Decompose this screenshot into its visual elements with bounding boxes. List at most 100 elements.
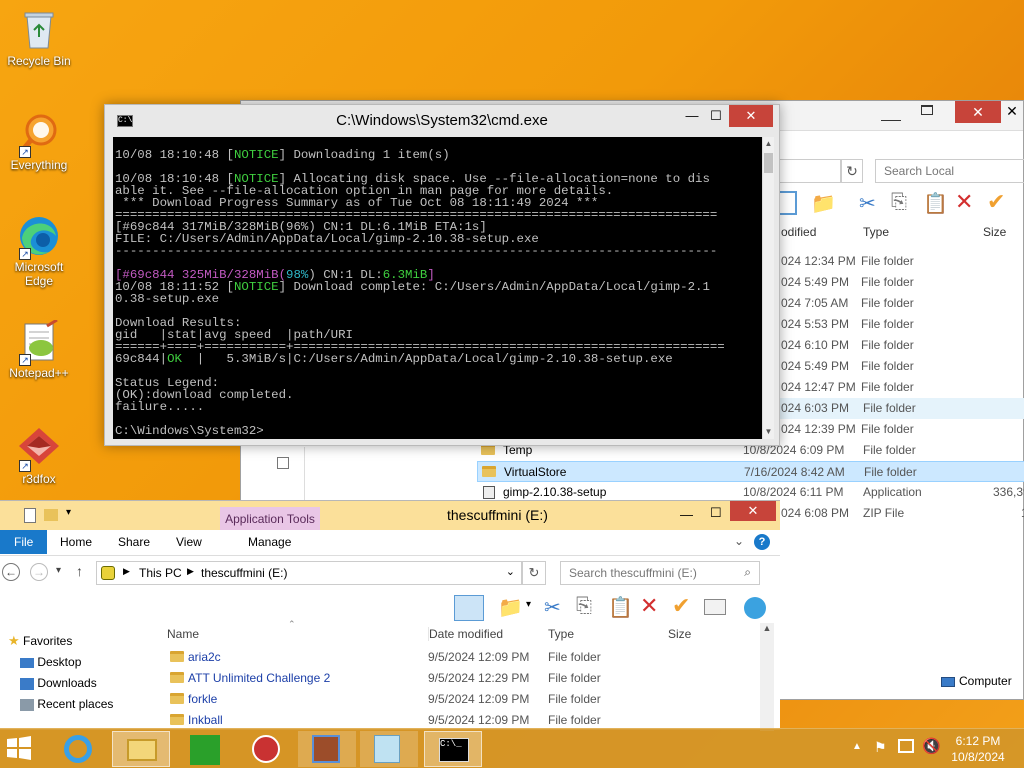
close-icon[interactable]: ✕ (955, 101, 1001, 123)
copy-icon[interactable]: ⎘ (576, 595, 600, 619)
taskbar-alarm[interactable] (238, 731, 296, 767)
list-item[interactable]: aria2c 9/5/2024 12:09 PM File folder (166, 647, 766, 668)
column-header-name[interactable]: Name (167, 627, 199, 641)
column-header-size[interactable]: Size (668, 627, 691, 641)
table-row[interactable]: 024 6:08 PM ZIP File 1 (777, 503, 1024, 524)
qa-dropdown-icon[interactable]: ▾ (66, 507, 71, 518)
paste-icon[interactable]: 📋 (923, 191, 948, 215)
tab-share[interactable]: Share (104, 530, 164, 554)
up-button[interactable]: ↑ (76, 563, 83, 579)
properties-icon[interactable]: 📁 (811, 191, 836, 215)
desktop-icon-recycle-bin[interactable]: Recycle Bin (0, 8, 78, 68)
desktop-icon-everything[interactable]: ↗ Everything (0, 112, 78, 172)
recent-locations-icon[interactable]: ▾ (56, 565, 61, 576)
ribbon-collapse-icon[interactable]: ⌄ (734, 534, 744, 548)
delete-icon[interactable]: ✕ (640, 593, 664, 618)
column-header-size[interactable]: Size (983, 225, 1006, 239)
desktop-icon-r3dfox[interactable]: ↗ r3dfox (0, 426, 78, 486)
cut-icon[interactable]: ✂ (544, 595, 568, 619)
preview-pane-icon[interactable] (454, 595, 484, 621)
list-item[interactable]: forkle 9/5/2024 12:09 PM File folder (166, 689, 766, 710)
checkbox[interactable] (277, 457, 289, 469)
column-header-type[interactable]: Type (548, 627, 574, 641)
window-titlebar[interactable]: ▾ Application Tools thescuffmini (E:) — … (0, 501, 780, 531)
network-icon[interactable] (898, 739, 914, 753)
properties-qa-icon[interactable] (24, 508, 36, 523)
close-icon[interactable]: ✕ (729, 105, 773, 127)
pane-icon[interactable] (779, 191, 797, 215)
list-item[interactable]: ATT Unlimited Challenge 2 9/5/2024 12:29 … (166, 668, 766, 689)
minimize-icon[interactable] (881, 105, 901, 121)
console-line: 0.38-setup.exe (115, 292, 220, 306)
taskbar-ie[interactable] (50, 731, 108, 767)
desktop-icon-edge[interactable]: ↗ Microsoft Edge (0, 214, 78, 288)
tab-file[interactable]: File (0, 530, 48, 554)
maximize-icon[interactable] (921, 105, 933, 115)
start-button[interactable] (4, 733, 40, 765)
scrollbar[interactable]: ▲ (760, 623, 774, 731)
taskbar-notepad[interactable] (360, 731, 418, 767)
scrollbar[interactable]: ▲ ▼ (762, 137, 774, 439)
everything-search-icon: ↗ (17, 112, 61, 158)
refresh-icon[interactable]: ↻ (841, 159, 863, 183)
delete-icon[interactable]: ✕ (955, 189, 979, 214)
column-header-date[interactable]: Date modified (428, 627, 503, 641)
sidebar-item-favorites[interactable]: ★ Favorites (8, 631, 72, 651)
context-tab-application-tools[interactable]: Application Tools (220, 507, 320, 531)
globe-icon[interactable] (744, 597, 766, 619)
copy-icon[interactable]: ⎘ (891, 191, 915, 215)
tab-manage[interactable]: Manage (234, 530, 305, 554)
select-all-icon[interactable] (704, 599, 726, 615)
address-dropdown-icon[interactable]: ⌄ (506, 565, 515, 578)
console-output[interactable]: 10/08 18:10:48 [NOTICE] Downloading 1 it… (113, 137, 762, 439)
taskbar-file-explorer[interactable] (112, 731, 170, 767)
cmd-window[interactable]: C:\ C:\Windows\System32\cmd.exe — ☐ ✕ 10… (104, 104, 780, 446)
tab-view[interactable]: View (162, 530, 216, 554)
folder-icon (482, 466, 496, 477)
table-row-selected[interactable]: VirtualStore 7/16/2024 8:42 AM File fold… (477, 461, 1024, 482)
properties-icon[interactable]: 📁 (498, 595, 523, 619)
scroll-up-icon[interactable]: ▲ (760, 623, 774, 633)
scroll-up-icon[interactable]: ▲ (763, 137, 774, 151)
back-button[interactable]: ← (2, 563, 20, 581)
scrollbar-thumb[interactable] (764, 153, 773, 173)
maximize-icon[interactable]: ☐ (701, 105, 731, 127)
volume-muted-icon[interactable]: 🔇 (922, 737, 941, 755)
maximize-icon[interactable]: ☐ (710, 505, 722, 521)
clock[interactable]: 6:12 PM 10/8/2024 (946, 733, 1010, 765)
forward-button[interactable]: → (30, 563, 48, 581)
column-header-type[interactable]: Type (863, 225, 889, 239)
cut-icon[interactable]: ✂ (859, 191, 883, 215)
column-header-modified[interactable]: odified (781, 225, 816, 239)
help-icon[interactable]: ? (754, 534, 770, 550)
tab-home[interactable]: Home (46, 530, 106, 554)
paste-icon[interactable]: 📋 (608, 595, 633, 619)
taskbar-cmd[interactable]: C:\_ (424, 731, 482, 767)
rename-icon[interactable]: ✔ (987, 189, 1011, 214)
folder-icon (170, 651, 184, 662)
sidebar-item-recent-places[interactable]: Recent places (20, 694, 113, 714)
search-input[interactable]: Search thescuffmini (E:) ⌕ (560, 561, 760, 585)
taskbar-winrar[interactable] (298, 731, 356, 767)
search-input[interactable]: Search Local (875, 159, 1024, 183)
show-hidden-icons[interactable]: ▲ (852, 741, 862, 752)
table-row-hovered[interactable]: 024 6:03 PM File folder (776, 398, 1024, 419)
breadcrumb-this-pc[interactable]: This PC (139, 566, 182, 580)
address-bar[interactable]: ▶ This PC ▶ thescuffmini (E:) ⌄ (96, 561, 522, 585)
address-bar[interactable] (779, 159, 841, 183)
minimize-icon[interactable]: — (680, 507, 693, 522)
taskbar-store[interactable] (178, 731, 236, 767)
explorer-window[interactable]: ▾ Application Tools thescuffmini (E:) — … (0, 500, 780, 731)
new-folder-qa-icon[interactable] (44, 509, 58, 521)
sidebar-item-desktop[interactable]: Desktop (20, 652, 81, 672)
action-center-flag-icon[interactable]: ⚑ (874, 739, 887, 756)
rename-icon[interactable]: ✔ (672, 593, 696, 618)
breadcrumb-drive[interactable]: thescuffmini (E:) (201, 566, 287, 580)
refresh-button[interactable]: ↻ (522, 561, 546, 585)
sidebar-item-downloads[interactable]: Downloads (20, 673, 97, 693)
close-icon[interactable]: ✕ (999, 101, 1024, 123)
close-icon[interactable]: ✕ (730, 501, 776, 521)
scroll-down-icon[interactable]: ▼ (763, 425, 774, 439)
desktop-icon-notepadpp[interactable]: ↗ Notepad++ (0, 318, 78, 380)
status-computer[interactable]: Computer (941, 671, 1012, 691)
